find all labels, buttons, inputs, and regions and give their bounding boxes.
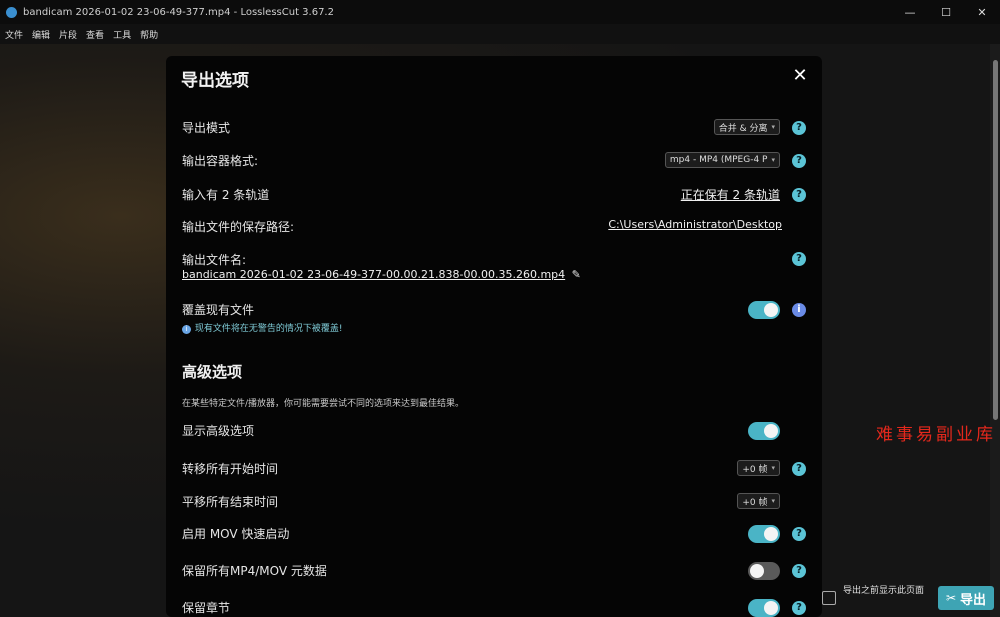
menu-tools[interactable]: 工具	[113, 28, 131, 41]
container-format-select[interactable]: mp4 - MP4 (MPEG-4 P ▾	[664, 152, 780, 168]
mov-faststart-label: 启用 MOV 快速启动	[182, 527, 290, 541]
output-path-label: 输出文件的保存路径:	[182, 220, 295, 234]
info-icon[interactable]: i	[792, 303, 806, 317]
export-button-label: 导出	[960, 592, 987, 608]
help-icon[interactable]: ?	[792, 188, 806, 202]
maximize-button[interactable]: ☐	[928, 0, 964, 24]
preserve-metadata-toggle[interactable]	[748, 562, 780, 580]
chevron-down-icon: ▾	[771, 464, 775, 472]
app-icon	[6, 6, 17, 18]
chevron-down-icon: ▾	[771, 123, 775, 131]
output-path-link[interactable]: C:\Users\Administrator\Desktop	[608, 218, 782, 231]
calendar-icon[interactable]	[822, 591, 836, 605]
output-filename-field[interactable]: bandicam 2026-01-02 23-06-49-377-00.00.2…	[182, 268, 581, 281]
shift-start-value: +0 帧	[742, 464, 768, 475]
shift-start-select[interactable]: +0 帧 ▾	[737, 460, 780, 476]
minimize-button[interactable]: —	[892, 0, 928, 24]
info-dot-icon: i	[182, 325, 191, 334]
shift-end-select[interactable]: +0 帧 ▾	[737, 493, 780, 509]
shift-start-label: 转移所有开始时间	[182, 462, 279, 476]
menu-file[interactable]: 文件	[5, 28, 23, 41]
preserve-chapters-row: 保留章节 ?	[182, 599, 806, 617]
menu-view[interactable]: 查看	[86, 28, 104, 41]
help-icon[interactable]: ?	[792, 462, 806, 476]
output-path-row: 输出文件的保存路径: C:\Users\Administrator\Deskto…	[182, 218, 806, 236]
preserve-metadata-label: 保留所有MP4/MOV 元数据	[182, 564, 327, 578]
menu-help[interactable]: 帮助	[140, 28, 158, 41]
overwrite-row: 覆盖现有文件 i i 现有文件将在无警告的情况下被覆盖!	[182, 301, 806, 335]
output-filename-row: 输出文件名: ? bandicam 2026-01-02 23-06-49-37…	[182, 251, 806, 285]
export-button[interactable]: ✂ 导出	[938, 586, 994, 610]
menu-edit[interactable]: 编辑	[32, 28, 50, 41]
preserve-chapters-toggle[interactable]	[748, 599, 780, 617]
shift-end-label: 平移所有结束时间	[182, 495, 279, 509]
overwrite-label: 覆盖现有文件	[182, 303, 255, 317]
scissors-icon: ✂	[945, 591, 957, 605]
chevron-down-icon: ▾	[771, 156, 775, 164]
container-format-label: 输出容器格式:	[182, 154, 259, 168]
overwrite-note: i 现有文件将在无警告的情况下被覆盖!	[182, 320, 342, 334]
export-mode-row: 导出模式 合并 & 分离 ▾ ?	[182, 119, 806, 137]
tracks-row: 输入有 2 条轨道 正在保有 2 条轨道 ?	[182, 186, 806, 204]
export-mode-value: 合并 & 分离	[718, 123, 768, 134]
dialog-title: 导出选项	[181, 71, 249, 91]
export-options-dialog: 导出选项 ✕ 导出模式 合并 & 分离 ▾ ? 输出容器格式: mp4 - MP…	[166, 56, 822, 617]
watermark-text: 难事易副业库	[876, 425, 996, 445]
advanced-description: 在某些特定文件/播放器，你可能需要尝试不同的选项来达到最佳结果。	[182, 399, 465, 409]
preserve-metadata-row: 保留所有MP4/MOV 元数据 ?	[182, 562, 806, 580]
export-mode-label: 导出模式	[182, 121, 231, 135]
close-dialog-button[interactable]: ✕	[792, 67, 808, 85]
container-format-row: 输出容器格式: mp4 - MP4 (MPEG-4 P ▾ ?	[182, 152, 806, 170]
help-icon[interactable]: ?	[792, 154, 806, 168]
mov-faststart-toggle[interactable]	[748, 525, 780, 543]
help-icon[interactable]: ?	[792, 121, 806, 135]
output-filename-label: 输出文件名:	[182, 253, 247, 267]
help-icon[interactable]: ?	[792, 601, 806, 615]
menu-segments[interactable]: 片段	[59, 28, 77, 41]
container-format-value: mp4 - MP4 (MPEG-4 P	[669, 155, 768, 165]
window-title: bandicam 2026-01-02 23-06-49-377.mp4 - L…	[23, 6, 334, 18]
menu-bar: 文件 编辑 片段 查看 工具 帮助	[0, 24, 1000, 44]
shift-end-row: 平移所有结束时间 +0 帧 ▾	[182, 493, 806, 511]
title-bar: bandicam 2026-01-02 23-06-49-377.mp4 - L…	[0, 0, 1000, 24]
tracks-label: 输入有 2 条轨道	[182, 188, 270, 202]
shift-start-row: 转移所有开始时间 +0 帧 ▾ ?	[182, 460, 806, 478]
tracks-link[interactable]: 正在保有 2 条轨道	[681, 186, 780, 203]
scrollbar-thumb[interactable]	[993, 60, 998, 420]
help-icon[interactable]: ?	[792, 564, 806, 578]
shift-end-value: +0 帧	[742, 497, 768, 508]
overwrite-note-text: 现有文件将在无警告的情况下被覆盖!	[194, 324, 343, 334]
preserve-chapters-label: 保留章节	[182, 601, 231, 615]
edit-icon[interactable]: ✎	[572, 268, 581, 281]
window-controls: — ☐ ✕	[892, 0, 1000, 24]
output-filename-value[interactable]: bandicam 2026-01-02 23-06-49-377-00.00.2…	[182, 268, 565, 281]
export-mode-select[interactable]: 合并 & 分离 ▾	[713, 119, 780, 135]
help-icon[interactable]: ?	[792, 527, 806, 541]
advanced-description-row: 在某些特定文件/播放器，你可能需要尝试不同的选项来达到最佳结果。	[182, 395, 806, 409]
advanced-title: 高级选项	[182, 363, 243, 381]
close-window-button[interactable]: ✕	[964, 0, 1000, 24]
show-advanced-toggle[interactable]	[748, 422, 780, 440]
overwrite-toggle[interactable]	[748, 301, 780, 319]
bottom-action-bar: 导出之前显示此页面 ✂ 导出	[818, 584, 1000, 614]
show-advanced-row: 显示高级选项	[182, 422, 806, 440]
advanced-header: 高级选项	[182, 361, 806, 381]
show-advanced-label: 显示高级选项	[182, 424, 255, 438]
chevron-down-icon: ▾	[771, 497, 775, 505]
mov-faststart-row: 启用 MOV 快速启动 ?	[182, 525, 806, 543]
help-icon[interactable]: ?	[792, 252, 806, 266]
show-before-export-text[interactable]: 导出之前显示此页面	[843, 586, 933, 597]
